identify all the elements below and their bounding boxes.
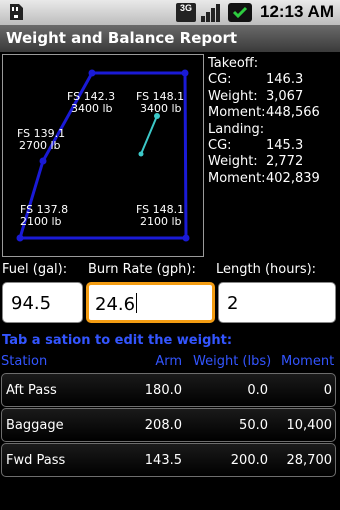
takeoff-cg-label: CG: (208, 72, 232, 88)
page-title: Weight and Balance Report (6, 29, 238, 47)
signal-icon (201, 4, 220, 22)
station-row-fwd-pass[interactable]: Fwd Pass 143.5 200.0 28,700 (1, 443, 336, 477)
cg-landing-point (138, 151, 144, 157)
sd-card-icon (10, 4, 23, 20)
landing-label: Landing: (208, 121, 265, 137)
station-name: Baggage (6, 418, 64, 433)
takeoff-cg-row: CG: 146.3 (208, 72, 320, 88)
col-header-weight: Weight (lbs) (193, 354, 272, 369)
station-weight: 50.0 (239, 418, 268, 433)
burn-rate-value: 24.6 (95, 294, 136, 315)
takeoff-cg-value: 146.3 (266, 72, 304, 88)
takeoff-heading: Takeoff: (208, 56, 320, 72)
col-header-arm: Arm (155, 354, 182, 369)
fuel-value: 94.5 (11, 293, 52, 314)
landing-cg-row: CG: 145.3 (208, 138, 320, 154)
clock: 12:13 AM (259, 2, 334, 21)
station-moment: 10,400 (286, 418, 333, 433)
station-weight: 0.0 (247, 383, 268, 398)
takeoff-moment-value: 448,566 (266, 105, 320, 121)
envelope-point-fs1481-top (181, 69, 189, 77)
envelope-weight: 2100 lb (20, 215, 62, 228)
envelope-point-fs1378 (16, 234, 24, 242)
edit-hint: Tab a sation to edit the weight: (2, 333, 233, 348)
envelope-weight: 3400 lb (140, 102, 182, 115)
takeoff-label: Takeoff: (208, 56, 259, 71)
station-row-baggage[interactable]: Baggage 208.0 50.0 10,400 (1, 408, 336, 442)
length-input[interactable]: 2 (218, 282, 336, 323)
station-moment: 28,700 (286, 453, 333, 468)
landing-cg-label: CG: (208, 138, 232, 154)
battery-icon (228, 3, 252, 22)
burn-rate-input[interactable]: 24.6 (86, 282, 215, 323)
takeoff-weight-label: Weight: (208, 88, 258, 104)
envelope-point-fs1423 (88, 69, 96, 77)
landing-heading: Landing: (208, 122, 320, 138)
landing-weight-label: Weight: (208, 154, 258, 170)
station-name: Fwd Pass (6, 453, 66, 468)
envelope-weight: 3400 lb (71, 102, 113, 115)
station-arm: 208.0 (144, 418, 182, 433)
station-row-aft-pass[interactable]: Aft Pass 180.0 0.0 0 (1, 373, 336, 407)
station-name: Aft Pass (6, 383, 57, 398)
cg-envelope-svg: FS 142.3 3400 lb FS 148.1 3400 lb FS 139… (16, 69, 190, 242)
envelope-weight: 2100 lb (140, 215, 182, 228)
takeoff-moment-row: Moment: 448,566 (208, 105, 320, 121)
envelope-point-fs1391 (39, 157, 47, 165)
landing-weight-value: 2,772 (266, 154, 304, 170)
envelope-weight: 2700 lb (19, 139, 61, 152)
title-bar: Weight and Balance Report (0, 25, 340, 52)
col-header-moment: Moment (281, 354, 335, 369)
fuel-label: Fuel (gal): (2, 262, 68, 277)
landing-moment-row: Moment: 402,839 (208, 171, 320, 187)
length-label: Length (hours): (216, 262, 317, 277)
station-weight: 200.0 (230, 453, 268, 468)
cg-shift-line (140, 115, 158, 155)
wb-summary: Takeoff: CG: 146.3 Weight: 3,067 Moment: 44… (208, 56, 320, 187)
cg-envelope-chart: FS 142.3 3400 lb FS 148.1 3400 lb FS 139… (2, 54, 204, 257)
landing-moment-value: 402,839 (266, 170, 320, 186)
takeoff-weight-value: 3,067 (266, 88, 304, 104)
station-moment: 0 (323, 383, 332, 398)
landing-cg-value: 145.3 (266, 138, 304, 154)
col-header-station: Station (1, 354, 48, 369)
station-arm: 143.5 (144, 453, 182, 468)
status-bar: 3G 12:13 AM (0, 0, 340, 25)
envelope-point-fs1481-bottom (182, 234, 190, 242)
fuel-input[interactable]: 94.5 (2, 282, 83, 323)
burn-rate-label: Burn Rate (gph): (88, 262, 196, 277)
landing-moment-label: Moment: (208, 170, 266, 186)
takeoff-moment-label: Moment: (208, 105, 266, 121)
station-arm: 180.0 (144, 383, 182, 398)
takeoff-weight-row: Weight: 3,067 (208, 89, 320, 105)
length-value: 2 (227, 293, 239, 314)
landing-weight-row: Weight: 2,772 (208, 154, 320, 170)
network-3g-icon: 3G (176, 3, 196, 22)
text-caret (136, 293, 138, 313)
